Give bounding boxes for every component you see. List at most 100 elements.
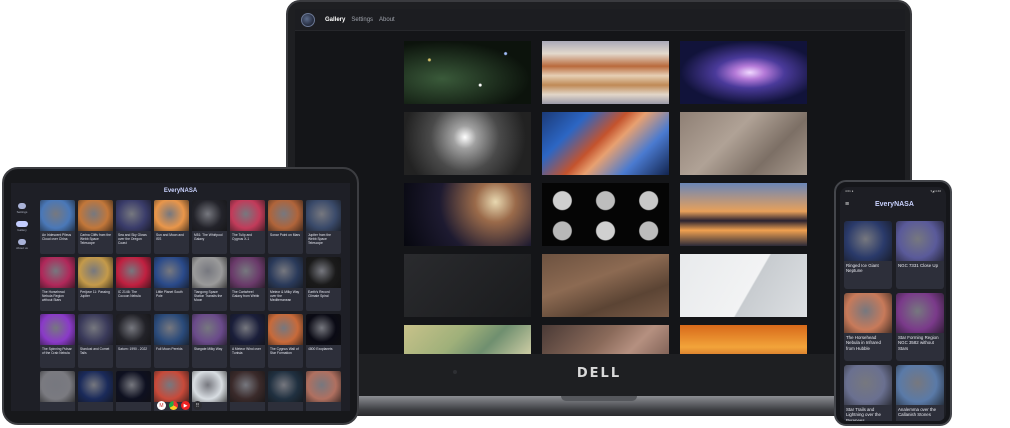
youtube-icon[interactable]: ▶ <box>181 401 190 410</box>
gear-icon <box>18 203 26 209</box>
gallery-card[interactable]: 4800 Exoplanets <box>306 314 341 368</box>
card-thumbnail <box>116 371 151 402</box>
phone-card-grid: Ringed Ice Giant Neptune NGC 7331 Close U… <box>844 221 944 421</box>
gallery-card[interactable]: Little Planet South Pole <box>154 257 189 311</box>
gallery-card[interactable]: Analemma over the Callanish Stones <box>896 365 944 421</box>
gallery-card[interactable]: Jupiter from the Webb Space Telescope <box>306 200 341 254</box>
gallery-tile[interactable] <box>680 112 807 175</box>
card-thumbnail <box>896 365 944 405</box>
gallery-card[interactable]: The Horsehead Nebula in Infrared from Hu… <box>844 293 892 361</box>
gallery-card[interactable]: Sea and Sky Glows over the Oregon Coast <box>116 200 151 254</box>
gallery-tile[interactable] <box>680 183 807 246</box>
card-title: The Cartwheel Galaxy from Webb <box>232 290 260 298</box>
card-title: The Cygnus Wall of Star Formation <box>270 347 299 355</box>
app-logo-icon[interactable] <box>301 12 315 27</box>
card-thumbnail <box>306 314 341 345</box>
gallery-card[interactable] <box>116 371 151 411</box>
card-title: IC 2146: The Cocoon Nebula <box>118 290 141 298</box>
gallery-card[interactable]: The Cartwheel Galaxy from Webb <box>230 257 265 311</box>
gallery-card[interactable]: An Iridescent Pileus Cloud over China <box>40 200 75 254</box>
tab-settings[interactable]: Settings <box>351 17 373 23</box>
gallery-tile[interactable] <box>404 325 531 354</box>
gallery-card[interactable]: Stargate Milky Way <box>192 314 227 368</box>
gallery-card[interactable]: Ringed Ice Giant Neptune <box>844 221 892 289</box>
card-thumbnail <box>844 221 892 261</box>
hamburger-menu-icon[interactable]: ≡ <box>845 201 857 208</box>
card-thumbnail <box>192 200 227 231</box>
card-title: Meteor & Milky Way over the Mediterranea… <box>270 290 300 302</box>
card-title: Star Trails and Lightning over the Pyren… <box>846 407 881 421</box>
tab-gallery[interactable]: Gallery <box>325 17 345 23</box>
gallery-card[interactable]: Sonar Point on Mars <box>268 200 303 254</box>
rail-item-settings[interactable]: Settings <box>11 203 33 219</box>
info-icon <box>18 239 26 245</box>
gallery-card[interactable] <box>268 371 303 411</box>
gallery-card[interactable]: Star Trails and Lightning over the Pyren… <box>844 365 892 421</box>
tab-about[interactable]: About <box>379 17 395 23</box>
gallery-card[interactable]: Star Forming Region NGC 3582 without Sta… <box>896 293 944 361</box>
gallery-card[interactable] <box>78 371 113 411</box>
gallery-card[interactable]: Earth's Record Climate Spiral <box>306 257 341 311</box>
phone-device: 4:01 ● ▾◢ 4:40 ≡ EveryNASA Ringed Ice Gi… <box>834 180 952 426</box>
gallery-card[interactable]: The Spinning Pulsar of the Crab Nebula <box>40 314 75 368</box>
gallery-card[interactable]: Full Moon Pereids <box>154 314 189 368</box>
gallery-card[interactable]: The Horsehead Nebula Region without Star… <box>40 257 75 311</box>
gallery-tile[interactable] <box>404 183 531 246</box>
rail-label: Settings <box>16 210 28 214</box>
card-title: A Meteor Wind over Tunisia <box>232 347 261 355</box>
gallery-card[interactable]: A Meteor Wind over Tunisia <box>230 314 265 368</box>
card-thumbnail <box>268 200 303 231</box>
gallery-tile[interactable] <box>680 41 807 104</box>
gallery-card[interactable]: NGC 7331 Close Up <box>896 221 944 289</box>
status-icons: ▾◢ 4:40 <box>930 189 942 193</box>
app-title: EveryNASA <box>875 200 914 208</box>
gallery-card[interactable]: Stardust and Comet Tails <box>78 314 113 368</box>
gallery-tile[interactable] <box>680 325 807 354</box>
gallery-card[interactable]: The Tulip and Cygnus X-1 <box>230 200 265 254</box>
gallery-card[interactable]: Meteor & Milky Way over the Mediterranea… <box>268 257 303 311</box>
card-title: Star Forming Region NGC 3582 without Sta… <box>898 335 939 351</box>
gallery-tile[interactable] <box>542 183 669 246</box>
gallery-tile[interactable] <box>542 254 669 317</box>
gallery-tile[interactable] <box>542 112 669 175</box>
gallery-card[interactable]: IC 2146: The Cocoon Nebula <box>116 257 151 311</box>
card-title: 4800 Exoplanets <box>308 347 333 351</box>
card-thumbnail <box>78 371 113 402</box>
gallery-card[interactable]: Sun and Moon and ISS <box>154 200 189 254</box>
app-launcher-icon[interactable]: ⠿ <box>193 401 202 410</box>
gallery-card[interactable]: Tiangong Space Station Transits the Moon <box>192 257 227 311</box>
gallery-card[interactable]: Saturn: 1990 - 2022 <box>116 314 151 368</box>
gallery-tile[interactable] <box>542 41 669 104</box>
card-title: Perijove 11: Passing Jupiter <box>80 290 110 298</box>
gallery-tile[interactable] <box>542 325 669 354</box>
gmail-icon[interactable]: M <box>157 401 166 410</box>
gallery-tile[interactable] <box>404 112 531 175</box>
card-title <box>268 402 303 406</box>
card-title <box>230 402 265 406</box>
gallery-card[interactable] <box>230 371 265 411</box>
gallery-tile[interactable] <box>404 254 531 317</box>
card-title: M51: The Whirlpool Galaxy <box>194 233 223 241</box>
gallery-card[interactable] <box>306 371 341 411</box>
laptop-device: Gallery Settings About DELL <box>274 0 924 428</box>
card-thumbnail <box>116 314 151 345</box>
gallery-card[interactable]: The Cygnus Wall of Star Formation <box>268 314 303 368</box>
gallery-tile[interactable] <box>404 41 531 104</box>
gallery-card[interactable]: Carina Cliffs from the Webb Space Telesc… <box>78 200 113 254</box>
gallery-card[interactable] <box>40 371 75 411</box>
gallery-tile[interactable] <box>680 254 807 317</box>
laptop-hinge-notch <box>561 396 637 401</box>
gallery-card[interactable]: Perijove 11: Passing Jupiter <box>78 257 113 311</box>
card-title <box>40 402 75 406</box>
card-title: Analemma over the Callanish Stones <box>898 407 937 418</box>
card-thumbnail <box>78 200 113 231</box>
card-thumbnail <box>154 314 189 345</box>
gallery-card[interactable]: M51: The Whirlpool Galaxy <box>192 200 227 254</box>
card-thumbnail <box>306 200 341 231</box>
rail-item-about[interactable]: About us <box>11 239 33 255</box>
rail-item-gallery[interactable]: Gallery <box>11 221 33 237</box>
card-title: Sun and Moon and ISS <box>156 233 184 241</box>
card-thumbnail <box>306 371 341 402</box>
card-title <box>78 402 113 406</box>
chrome-icon[interactable] <box>169 401 178 410</box>
